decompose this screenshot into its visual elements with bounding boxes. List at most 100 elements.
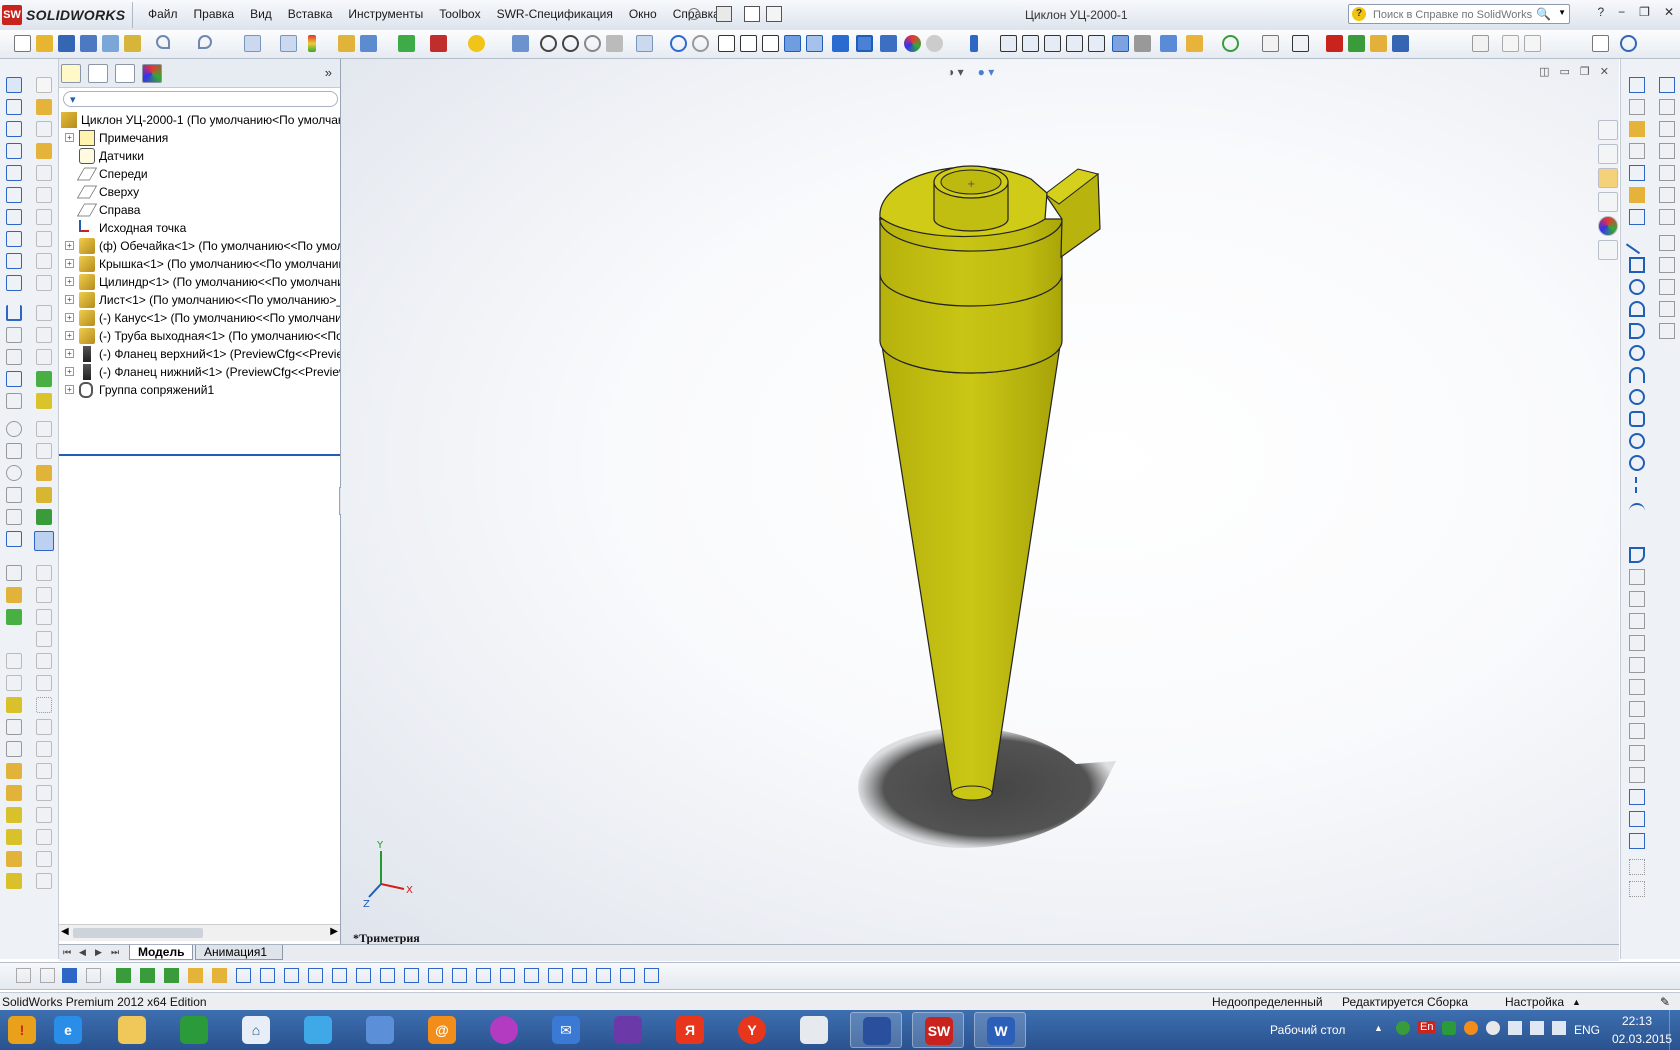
help-question-icon[interactable]: ?: [1352, 7, 1366, 21]
tool-m-icon[interactable]: [36, 851, 52, 867]
custom-properties-icon[interactable]: [1598, 240, 1618, 260]
appearances-scenes-icon[interactable]: [1598, 216, 1618, 236]
view-front-icon[interactable]: [740, 35, 757, 52]
section-view-icon[interactable]: [880, 35, 897, 52]
center-circle-icon[interactable]: [1629, 345, 1645, 361]
cut-icon[interactable]: [36, 165, 52, 181]
zoom-area-icon[interactable]: [562, 35, 579, 52]
tree-item[interactable]: + Примечания: [59, 129, 340, 147]
grid-icon[interactable]: [1502, 35, 1519, 52]
filter-d-icon[interactable]: [86, 968, 101, 983]
frame-r-icon[interactable]: [1659, 99, 1675, 115]
plane-ref-icon[interactable]: [36, 121, 52, 137]
mate-icon[interactable]: [1022, 35, 1039, 52]
move-icon[interactable]: [1088, 35, 1105, 52]
menu-swr-spec[interactable]: SWR-Спецификация: [489, 7, 621, 21]
tab-nav-prev-icon[interactable]: ◀: [79, 947, 86, 958]
tree-item[interactable]: Справа: [59, 201, 340, 219]
filter-t-icon[interactable]: [476, 968, 491, 983]
tool-k-icon[interactable]: [36, 829, 52, 845]
cylinder-icon[interactable]: [36, 565, 52, 581]
dimension-icon[interactable]: [6, 121, 22, 137]
photo-icon[interactable]: [1392, 35, 1409, 52]
tree-rollback-bar[interactable]: [59, 454, 340, 456]
tray-date[interactable]: 02.03.2015: [1612, 1032, 1672, 1046]
path-icon[interactable]: [6, 565, 22, 581]
print-icon[interactable]: [716, 6, 732, 22]
tree-item[interactable]: + Группа сопряжений1: [59, 381, 340, 399]
filter-z-icon[interactable]: [620, 968, 635, 983]
design-library-icon[interactable]: [1598, 144, 1618, 164]
scene-icon[interactable]: [926, 35, 943, 52]
yellow-r-icon[interactable]: [1629, 187, 1645, 203]
tree-item[interactable]: Исходная точка: [59, 219, 340, 237]
rectangle-r-icon[interactable]: [1629, 257, 1645, 273]
new-document-icon[interactable]: [14, 35, 31, 52]
taskbar-store[interactable]: [168, 1012, 220, 1048]
flex-icon[interactable]: [6, 653, 22, 669]
tray-network-icon[interactable]: [1508, 1021, 1522, 1035]
arc3-icon[interactable]: [1629, 367, 1645, 383]
filter-n-icon[interactable]: [332, 968, 347, 983]
panel-r-icon[interactable]: [1659, 143, 1675, 159]
sphere-icon[interactable]: [6, 465, 22, 481]
menu-tools[interactable]: Инструменты: [340, 7, 431, 21]
ellipse-icon[interactable]: [1626, 430, 1648, 452]
graphics-area[interactable]: ◑ ▾ ● ▾ ◫ ▭ ❐ ✕ + Y X Z *Триметрия: [341, 59, 1619, 947]
spline-r-icon[interactable]: [1629, 503, 1645, 519]
linear-pattern-icon[interactable]: [1044, 35, 1061, 52]
help-search-input[interactable]: [1371, 6, 1543, 24]
fillet-icon[interactable]: [36, 187, 52, 203]
tab-model[interactable]: Модель: [129, 945, 193, 960]
view-top-icon[interactable]: [762, 35, 779, 52]
expand-toggle-icon[interactable]: +: [65, 385, 74, 394]
display-relations-icon[interactable]: [1629, 811, 1645, 827]
filter-h-icon[interactable]: [188, 968, 203, 983]
select-arrow-icon[interactable]: [244, 35, 261, 52]
linear-sketch-pattern-icon[interactable]: [1629, 745, 1645, 761]
hidden-lines-icon[interactable]: [806, 35, 823, 52]
minimize-button[interactable]: −: [1618, 5, 1625, 19]
weldment-icon[interactable]: [36, 487, 52, 503]
target-icon[interactable]: [6, 421, 22, 437]
t-r-icon[interactable]: [1659, 235, 1675, 251]
jog-icon[interactable]: [1629, 701, 1645, 717]
triangle-icon[interactable]: [6, 327, 22, 343]
taskbar-word[interactable]: W: [974, 1012, 1026, 1048]
show-desktop-button[interactable]: [1669, 1010, 1680, 1050]
centerline-icon[interactable]: [1635, 477, 1637, 493]
status-help-icon[interactable]: ✎: [1660, 995, 1670, 1009]
tool-f-icon[interactable]: [6, 785, 22, 801]
tray-time[interactable]: 22:13: [1622, 1014, 1652, 1028]
trim-icon[interactable]: [1629, 635, 1645, 651]
filter-b-icon[interactable]: [40, 968, 55, 983]
tab-display-manager[interactable]: [142, 64, 162, 83]
select-view-icon[interactable]: [636, 35, 653, 52]
grid-r-icon[interactable]: [1629, 143, 1645, 159]
split-icon[interactable]: [36, 653, 52, 669]
app-logo[interactable]: SW SOLIDWORKS: [2, 4, 125, 26]
convert-icon[interactable]: [1629, 613, 1645, 629]
spline-icon[interactable]: [1222, 35, 1239, 52]
filter-x-icon[interactable]: [572, 968, 587, 983]
filter-o-icon[interactable]: [356, 968, 371, 983]
yellow-feature-icon[interactable]: [6, 697, 22, 713]
tool-a-icon[interactable]: [36, 719, 52, 735]
point-icon[interactable]: [1629, 525, 1645, 541]
arc-r-icon[interactable]: [1629, 99, 1645, 115]
help-button[interactable]: ?: [1597, 5, 1604, 19]
tab-configuration-manager[interactable]: [115, 64, 135, 83]
bracket-r-icon[interactable]: [1659, 187, 1675, 203]
line-r-icon[interactable]: [1625, 231, 1649, 255]
chamfer-icon[interactable]: [1629, 569, 1645, 585]
extrude-icon[interactable]: [36, 143, 52, 159]
arrow-line-icon[interactable]: [6, 487, 22, 503]
tray-app-icon-2[interactable]: [1464, 1021, 1478, 1035]
traffic-light-icon[interactable]: [308, 35, 316, 52]
print-preview-icon[interactable]: [744, 6, 760, 22]
expand-toggle-icon[interactable]: +: [65, 367, 74, 376]
filter-f-icon[interactable]: [140, 968, 155, 983]
loft-icon[interactable]: [36, 587, 52, 603]
filter-j-icon[interactable]: [236, 968, 251, 983]
tool-j-icon[interactable]: [6, 829, 22, 845]
